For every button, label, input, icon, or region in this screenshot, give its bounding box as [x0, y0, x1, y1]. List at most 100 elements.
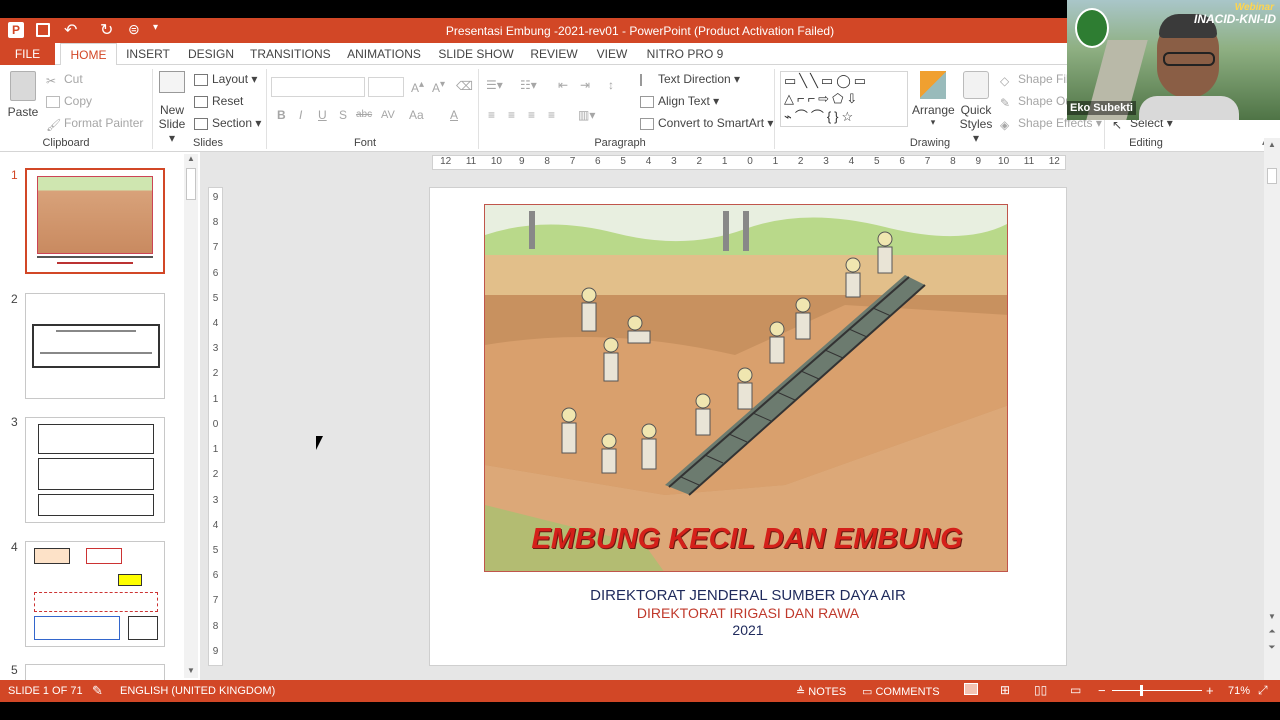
fit-slide-icon[interactable]: ⤢ — [1258, 683, 1268, 698]
scroll-thumb[interactable] — [1267, 168, 1277, 184]
group-divider — [774, 69, 775, 149]
new-slide-button[interactable]: New Slide ▾ — [156, 71, 188, 145]
thumbnail-pane[interactable]: 1 2 3 4 5 ▲ ▼ — [0, 152, 200, 680]
scroll-down-icon[interactable]: ▼ — [184, 666, 198, 678]
editor-scrollbar[interactable]: ▲ ▼ ⏶ ⏷ — [1264, 138, 1280, 680]
copy-button[interactable]: Copy — [46, 94, 92, 108]
ruler-tick-label: 8 — [212, 620, 219, 632]
zoom-in-button[interactable]: + — [1206, 683, 1214, 698]
thumbnail-scrollbar[interactable]: ▲ ▼ — [184, 154, 198, 678]
thumbnail-slide-4[interactable] — [25, 541, 165, 647]
line-spacing-button[interactable]: ↕ — [608, 78, 614, 92]
shrink-font-button[interactable]: A▾ — [432, 79, 445, 95]
convert-smartart-button[interactable]: Convert to SmartArt ▾ — [640, 116, 773, 130]
scroll-up-icon[interactable]: ▲ — [184, 154, 198, 166]
ruler-tick-label: 5 — [212, 292, 219, 304]
increase-indent-button[interactable]: ⇥ — [580, 78, 590, 92]
font-size-combo[interactable] — [368, 77, 404, 97]
thumbnail-slide-2[interactable] — [25, 293, 165, 399]
slide-subtitle-2[interactable]: DIREKTORAT IRIGASI DAN RAWA — [430, 605, 1066, 621]
slide-illustration[interactable]: EMBUNG KECIL DAN EMBUNG — [484, 204, 1008, 572]
ruler-tick-label: 4 — [212, 318, 219, 330]
previous-slide-icon[interactable]: ⏶ — [1264, 626, 1280, 637]
thumbnail-slide-1[interactable] — [25, 168, 165, 274]
tab-animations[interactable]: ANIMATIONS — [343, 43, 425, 65]
thumbnail-slide-5[interactable] — [25, 664, 165, 680]
normal-view-icon[interactable] — [964, 683, 978, 695]
tab-design[interactable]: DESIGN — [184, 43, 238, 65]
paste-button[interactable]: Paste — [6, 71, 40, 133]
align-center-button[interactable]: ≡ — [508, 108, 515, 122]
notes-button[interactable]: ≜ NOTES — [796, 685, 846, 698]
slide-subtitle-1[interactable]: DIREKTORAT JENDERAL SUMBER DAYA AIR — [430, 587, 1066, 604]
tab-insert[interactable]: INSERT — [124, 43, 172, 65]
clipboard-group-label: Clipboard — [42, 137, 90, 149]
tab-review[interactable]: REVIEW — [528, 43, 580, 65]
tab-nitro-pro[interactable]: NITRO PRO 9 — [644, 43, 726, 65]
ruler-tick-label: 7 — [924, 156, 931, 167]
ruler-tick-label: 5 — [874, 156, 880, 167]
comments-button[interactable]: ▭ COMMENTS — [862, 685, 940, 698]
scroll-thumb[interactable] — [186, 168, 196, 200]
ruler-tick-label: 1 — [721, 156, 728, 167]
grow-font-button[interactable]: A▴ — [411, 79, 424, 95]
align-left-button[interactable]: ≡ — [488, 108, 495, 122]
zoom-slider[interactable] — [1112, 685, 1202, 696]
tab-home[interactable]: HOME — [60, 43, 117, 66]
text-direction-button[interactable]: Text Direction ▾ — [640, 72, 740, 86]
arrange-button[interactable]: Arrange ▾ — [912, 71, 955, 128]
slideshow-view-icon[interactable]: ▭ — [1070, 683, 1081, 697]
ruler-tick-label: 10 — [490, 156, 502, 167]
underline-button[interactable]: U — [318, 108, 327, 122]
spellcheck-icon[interactable]: ✎ — [92, 683, 103, 699]
reset-button[interactable]: Reset — [194, 94, 243, 108]
next-slide-icon[interactable]: ⏷ — [1264, 642, 1280, 653]
tab-slide-show[interactable]: SLIDE SHOW — [437, 43, 515, 65]
italic-button[interactable]: I — [299, 108, 302, 122]
font-name-combo[interactable] — [271, 77, 365, 97]
shapes-gallery[interactable]: ▭╲╲▭◯▭ △⌐⌐⇨⬠⇩ ⌁⌒⌒{}☆ — [780, 71, 908, 127]
bullets-button[interactable]: ☰▾ — [486, 78, 503, 92]
slide-sorter-icon[interactable]: ⊞ — [1000, 683, 1010, 697]
bold-button[interactable]: B — [277, 108, 286, 122]
shadow-button[interactable]: S — [339, 108, 347, 122]
slide-canvas[interactable]: EMBUNG KECIL DAN EMBUNG DIREKTORAT JENDE… — [429, 187, 1067, 666]
align-text-button[interactable]: Align Text ▾ — [640, 94, 719, 108]
slide-count[interactable]: SLIDE 1 OF 71 — [8, 685, 83, 697]
arrange-icon — [920, 71, 946, 99]
slide-subtitle-3[interactable]: 2021 — [430, 622, 1066, 638]
columns-button[interactable]: ▥▾ — [578, 108, 595, 122]
zoom-level[interactable]: 71% — [1228, 685, 1250, 697]
scroll-down-icon[interactable]: ▼ — [1264, 612, 1280, 621]
ruler-tick-label: 9 — [212, 192, 219, 203]
thumbnail-slide-3[interactable] — [25, 417, 165, 523]
scroll-up-icon[interactable]: ▲ — [1264, 140, 1280, 149]
reading-view-icon[interactable]: ▯▯ — [1034, 683, 1047, 697]
language-indicator[interactable]: ENGLISH (UNITED KINGDOM) — [120, 685, 275, 697]
section-button[interactable]: Section ▾ — [194, 116, 261, 130]
tab-transitions[interactable]: TRANSITIONS — [250, 43, 331, 65]
strikethrough-button[interactable]: abc — [356, 109, 372, 120]
quick-styles-button[interactable]: Quick Styles ▾ — [956, 71, 996, 145]
layout-button[interactable]: Layout ▾ — [194, 72, 257, 86]
tab-view[interactable]: VIEW — [592, 43, 632, 65]
shape-outline-button[interactable]: ✎ Shape Ou — [1000, 94, 1072, 110]
char-spacing-button[interactable]: AV — [381, 109, 395, 121]
thumb-illustration — [37, 176, 153, 254]
zoom-slider-thumb[interactable] — [1140, 685, 1143, 696]
change-case-button[interactable]: Aa — [409, 108, 424, 122]
ruler-tick-label: 4 — [848, 156, 855, 167]
justify-button[interactable]: ≡ — [548, 108, 555, 122]
slide-banner-title[interactable]: EMBUNG KECIL DAN EMBUNG — [485, 523, 1007, 556]
shape-fill-button[interactable]: ◇ Shape Fill — [1000, 72, 1071, 88]
clear-format-button[interactable]: ⌫ — [456, 79, 473, 93]
align-right-button[interactable]: ≡ — [528, 108, 535, 122]
zoom-out-button[interactable]: − — [1098, 683, 1106, 698]
format-painter-button[interactable]: 🖌 Format Painter — [46, 116, 143, 132]
decrease-indent-button[interactable]: ⇤ — [558, 78, 568, 92]
status-bar: SLIDE 1 OF 71 ✎ ENGLISH (UNITED KINGDOM)… — [0, 680, 1280, 702]
numbering-button[interactable]: ☷▾ — [520, 78, 537, 92]
cut-button[interactable]: ✂ Cut — [46, 72, 83, 88]
tab-file[interactable]: FILE — [0, 43, 55, 65]
font-color-button[interactable]: A — [450, 108, 458, 122]
